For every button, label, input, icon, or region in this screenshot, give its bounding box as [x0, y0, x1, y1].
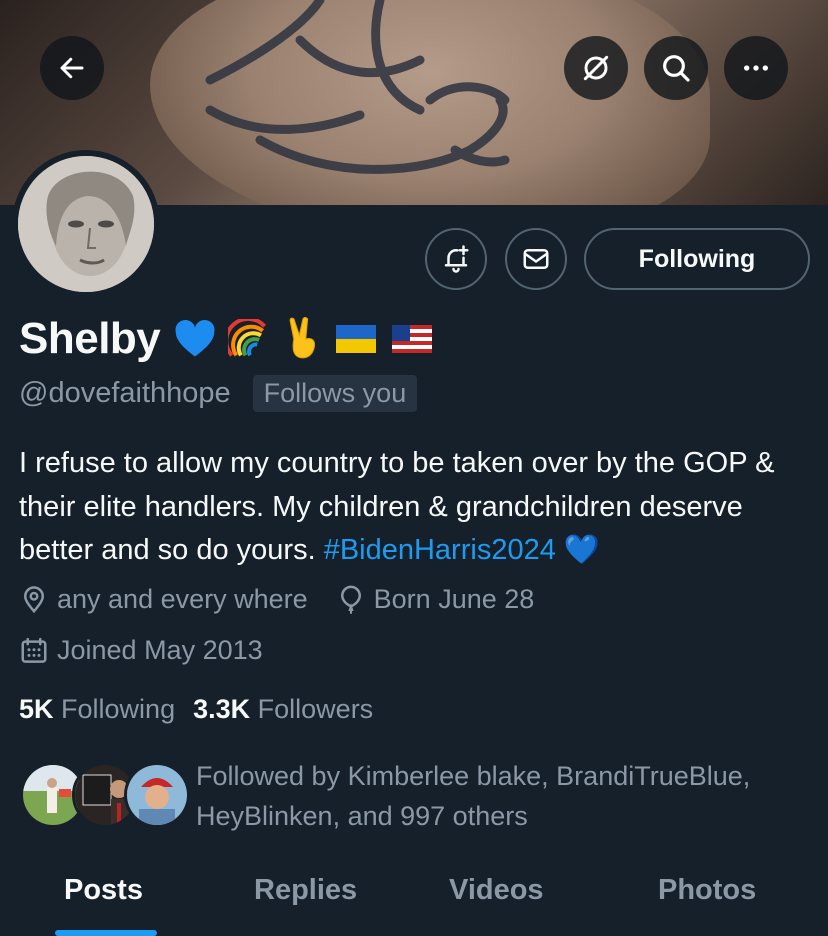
- active-tab-indicator: [55, 930, 157, 936]
- bio-hashtag-link[interactable]: #BidenHarris2024: [324, 534, 556, 566]
- profile-tabs: Posts Replies Videos Photos: [0, 858, 828, 936]
- us-flag-icon: [392, 325, 433, 353]
- search-icon: [663, 55, 690, 82]
- mute-notifications-button[interactable]: [564, 36, 628, 100]
- ukraine-flag-icon: [336, 325, 377, 353]
- handle-row: @dovefaithhope Follows you: [19, 375, 418, 412]
- arrow-left-icon: [60, 57, 84, 79]
- following-button[interactable]: Following: [584, 228, 810, 290]
- followers-stat[interactable]: 3.3K Followers: [193, 694, 373, 725]
- followers-label: Followers: [257, 694, 374, 724]
- more-button[interactable]: [724, 36, 788, 100]
- calendar-icon: [21, 637, 47, 663]
- location-item: any and every where: [19, 584, 308, 615]
- username: @dovefaithhope: [19, 377, 231, 409]
- search-button[interactable]: [644, 36, 708, 100]
- location: any and every where: [57, 584, 308, 614]
- victory-hand-icon: [289, 317, 316, 359]
- profile-meta-row: any and every where Born June 28: [19, 584, 534, 615]
- bio: I refuse to allow my country to be taken…: [19, 442, 814, 573]
- location-pin-icon: [23, 585, 45, 613]
- following-count: 5K: [19, 694, 54, 724]
- birthday: Born June 28: [373, 584, 535, 614]
- rainbow-icon: [228, 319, 267, 357]
- tab-replies[interactable]: Replies: [254, 874, 357, 907]
- follow-stats: 5K Following 3.3K Followers: [19, 694, 373, 725]
- display-name: Shelby: [19, 314, 161, 363]
- back-button[interactable]: [40, 36, 104, 100]
- joined-item: Joined May 2013: [19, 635, 263, 666]
- avatar[interactable]: [12, 150, 160, 298]
- more-icon: [744, 65, 768, 71]
- message-button[interactable]: [505, 228, 567, 290]
- follows-you-badge: Follows you: [252, 375, 418, 412]
- following-stat[interactable]: 5K Following: [19, 694, 175, 725]
- notifications-off-icon: [583, 55, 609, 81]
- joined-row: Joined May 2013: [19, 635, 263, 666]
- follower-avatar: [124, 762, 190, 828]
- followers-count: 3.3K: [193, 694, 251, 724]
- followed-by-text[interactable]: Followed by Kimberlee blake, BrandiTrueB…: [196, 756, 816, 836]
- bell-plus-icon: [444, 245, 469, 273]
- balloon-icon: [340, 585, 361, 614]
- bio-emoji: 💙: [563, 534, 601, 566]
- subscribe-notifications-button[interactable]: [425, 228, 487, 290]
- envelope-icon: [523, 249, 549, 269]
- profile-name-row: Shelby: [19, 314, 434, 364]
- tab-posts[interactable]: Posts: [64, 874, 143, 907]
- following-button-label: Following: [638, 244, 756, 273]
- name-emojis: [174, 317, 434, 361]
- birthday-item: Born June 28: [336, 584, 535, 615]
- tab-videos[interactable]: Videos: [449, 874, 544, 907]
- following-label: Following: [61, 694, 176, 724]
- avatar-photo: [18, 156, 154, 292]
- tab-photos[interactable]: Photos: [658, 874, 756, 907]
- blue-heart-icon: [175, 319, 215, 357]
- joined-date: Joined May 2013: [57, 635, 263, 665]
